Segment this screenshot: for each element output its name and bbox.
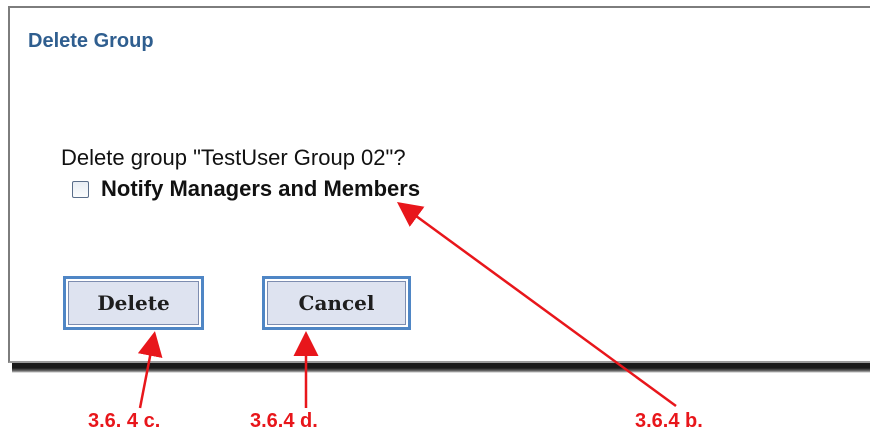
delete-confirmation-question: Delete group "TestUser Group 02"?	[61, 145, 406, 170]
screenshot-stage: Delete Group Delete group "TestUser Grou…	[0, 0, 870, 440]
notify-managers-option[interactable]: Notify Managers and Members	[72, 175, 420, 203]
delete-callout-label: 3.6. 4 c.	[88, 410, 161, 432]
dialog-shadow	[12, 363, 870, 373]
notify-checkbox-label[interactable]: Notify Managers and Members	[101, 176, 420, 202]
cancel-callout-label: 3.6.4 d.	[250, 410, 318, 432]
delete-button[interactable]: Delete	[63, 276, 204, 330]
cancel-button[interactable]: Cancel	[262, 276, 411, 330]
notify-checkbox[interactable]	[72, 180, 89, 198]
cancel-button-label[interactable]: Cancel	[267, 281, 406, 325]
notify-callout-label: 3.6.4 b.	[635, 410, 703, 432]
dialog-title: Delete Group	[28, 30, 154, 52]
delete-button-label[interactable]: Delete	[68, 281, 199, 325]
